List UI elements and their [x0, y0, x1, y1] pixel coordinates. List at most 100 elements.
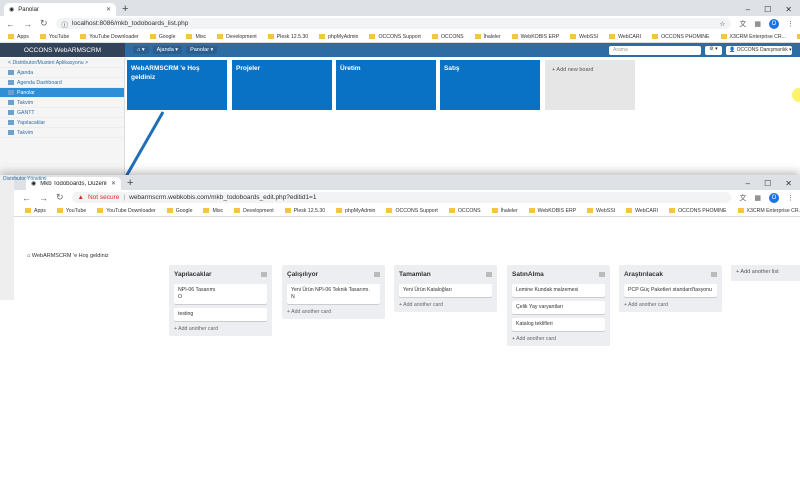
todo-list: Çalışılıyor Yeni Ürün NPI-06 Teknik Tasar… [282, 265, 385, 320]
bookmark-item[interactable]: OCCONS [448, 207, 481, 214]
list-header[interactable]: Araştırılacak [624, 268, 717, 280]
not-secure-label: Not secure [87, 194, 120, 201]
add-card-button[interactable]: + Add another card [512, 336, 605, 343]
todo-card[interactable]: Yeni Ürün Kataloğları [399, 284, 492, 298]
folder-icon [669, 207, 676, 213]
list-title: Araştırılacak [624, 270, 664, 278]
bookmark-label: Misc [212, 207, 224, 214]
address-bar-row-2: ← → ↻ ▲ Not secure | webarmscrm.webkobis… [0, 190, 800, 205]
list-menu-icon[interactable] [711, 271, 717, 277]
bookmark-label: OCCONS [457, 207, 481, 214]
close-tab-icon[interactable]: ✕ [111, 180, 116, 187]
reload-icon[interactable]: ↻ [56, 192, 64, 203]
bookmark-item[interactable]: OCCONS PHOMINE [669, 207, 727, 214]
todo-card[interactable]: PCP Güç Paketleri standard'tasyonu [624, 284, 717, 298]
bookmark-item[interactable]: phpMyAdmin [336, 208, 375, 214]
bookmark-item[interactable]: WebSSI [587, 208, 615, 214]
address-bar-2[interactable]: ▲ Not secure | webarmscrm.webkobis.com/m… [71, 192, 732, 203]
list-menu-icon[interactable] [261, 271, 267, 277]
highlight-dot [792, 88, 800, 102]
sidebar-partial-item[interactable]: Distributor Yönetimi [0, 175, 47, 183]
profile-avatar[interactable]: O [769, 192, 779, 203]
folder-icon [587, 207, 594, 213]
menu-icon[interactable]: ⋮ [787, 194, 794, 202]
add-card-button[interactable]: + Add another card [624, 302, 717, 309]
bookmark-label: phpMyAdmin [345, 207, 376, 214]
list-menu-icon[interactable] [599, 271, 605, 277]
todo-card[interactable]: Katalog teklifleri [512, 318, 605, 332]
folder-icon [448, 207, 455, 213]
bookmark-label: WebCARI [635, 207, 659, 214]
bookmark-item[interactable]: WebCARI [626, 208, 658, 214]
todo-list: Araştırılacak PCP Güç Paketleri standard'… [619, 265, 722, 313]
close-window-icon[interactable]: ✕ [785, 179, 792, 188]
todo-list: Tamamlan Yeni Ürün Kataloğları + Add anoth… [394, 265, 497, 313]
bookmark-label: WebKOBIS ERP [537, 207, 577, 214]
bookmark-item[interactable]: YouTube [56, 207, 86, 214]
url-text-2: webarmscrm.webkobis.com/mkb_todoboards_e… [129, 194, 317, 201]
todo-list: Yapılacaklar NPI-06 Tasarımı O testing + Ad… [169, 265, 272, 337]
bookmark-item[interactable]: WebKOBIS ERP [528, 207, 577, 214]
bookmarks-bar-2: Apps YouTube YouTube Downloader Google Misc D… [0, 205, 800, 217]
add-card-button[interactable]: + Add another card [399, 302, 492, 309]
folder-icon [626, 207, 633, 213]
add-card-button[interactable]: + Add another card [287, 309, 380, 316]
bookmark-item[interactable]: X3CRM Enterprise CR... [737, 207, 800, 214]
list-header[interactable]: Çalışılıyor [287, 268, 380, 280]
list-menu-icon[interactable] [374, 271, 380, 277]
todo-card[interactable]: Lemine Kundak malzemesi [512, 284, 605, 298]
list-title: SatınAlma [512, 270, 544, 278]
second-screenshot: ◉ Mkb Todoboards, Düzenle [--ou ✕ + – ☐ … [0, 175, 800, 483]
folder-icon [491, 207, 498, 213]
forward-icon[interactable]: → [39, 193, 48, 203]
new-tab-button[interactable]: + [127, 177, 133, 190]
list-title: Yapılacaklar [174, 270, 212, 278]
bookmark-label: YouTube Downloader [106, 207, 156, 214]
todo-card[interactable]: Yeni Ürün NPI-06 Teknik Tasarımı. N [287, 284, 380, 305]
maximize-icon[interactable]: ☐ [764, 179, 771, 188]
translate-icon[interactable]: 文 [739, 193, 746, 203]
minimize-icon[interactable]: – [746, 179, 750, 188]
board-title: ⌂ WebARMSCRM 'e Hoş geldiniz [27, 253, 109, 259]
bookmark-item[interactable]: Google [166, 207, 193, 214]
folder-icon [203, 207, 210, 213]
tab-title-2: Mkb Todoboards, Düzenle [--ou [40, 180, 107, 187]
tab-strip-2: ◉ Mkb Todoboards, Düzenle [--ou ✕ + – ☐ … [0, 175, 800, 190]
bookmark-label: OCCONS PHOMINE [678, 207, 727, 214]
todo-card[interactable]: NPI-06 Tasarımı O [174, 284, 267, 305]
bookmark-item[interactable]: Development [234, 208, 274, 214]
bookmark-item[interactable]: Misc [203, 208, 223, 214]
list-header[interactable]: Yapılacaklar [174, 268, 267, 280]
bookmark-item[interactable]: Plesk 12.5.30 [284, 207, 326, 214]
todo-card[interactable]: Çelik Yay varyantları [512, 301, 605, 315]
folder-icon [56, 207, 63, 213]
window-controls-2: – ☐ ✕ [746, 176, 800, 190]
list-header[interactable]: Tamamlan [399, 268, 492, 280]
list-header[interactable]: SatınAlma [512, 268, 605, 280]
back-icon[interactable]: ← [22, 193, 31, 203]
bookmark-label: Plesk 12.5.30 [293, 207, 326, 214]
folder-icon [386, 207, 393, 213]
bookmark-item[interactable]: OCCONS Support [386, 207, 438, 214]
folder-icon [234, 207, 241, 213]
bookmark-item[interactable]: Apps [25, 208, 46, 214]
folder-icon [166, 207, 173, 213]
add-another-list-button[interactable]: + Add another list [731, 265, 800, 281]
folder-icon [737, 207, 744, 213]
bookmark-label: Google [175, 207, 193, 214]
bookmark-item[interactable]: YouTube Downloader [97, 208, 156, 214]
list-title: Tamamlan [399, 270, 431, 278]
warning-icon: ▲ [77, 194, 84, 201]
bookmark-item[interactable]: İhaleler [491, 207, 518, 214]
list-menu-icon[interactable] [486, 271, 492, 277]
folder-icon [528, 207, 535, 213]
bookmark-label: Development [243, 207, 274, 214]
bookmark-label: OCCONS Support [395, 207, 438, 214]
bookmark-label: İhaleler [500, 207, 518, 214]
todo-list: SatınAlma Lemine Kundak malzemesi Çelik Ya… [507, 265, 610, 347]
todo-card[interactable]: testing [174, 308, 267, 322]
folder-icon [284, 207, 291, 213]
extensions-2: 文 ▦ O ⋮ [739, 192, 794, 203]
add-card-button[interactable]: + Add another card [174, 326, 267, 333]
extension-icon[interactable]: ▦ [754, 194, 761, 202]
